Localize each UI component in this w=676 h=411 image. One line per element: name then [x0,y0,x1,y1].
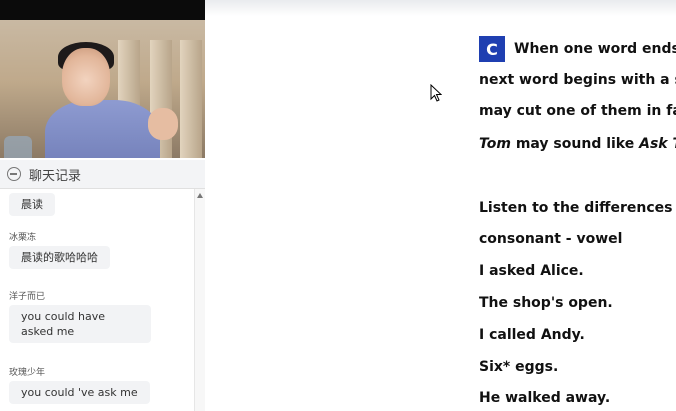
doc-line-7: I asked Alice. [479,263,584,279]
doc-line-4-plain: may sound like [510,136,640,152]
chat-username: 洋子而已 [9,292,46,302]
presenter-body [45,100,160,158]
doc-line-4-italic-b: Ask To [639,136,676,152]
doc-line-3: may cut one of them in fa [479,103,676,119]
chat-bubble-icon [7,167,21,181]
glass-object [4,136,32,158]
mouse-pointer-icon [430,84,442,102]
doc-line-10: Six* eggs. [479,359,559,375]
video-top-bar [0,0,205,20]
doc-line-4-italic-a: Tom [479,136,511,152]
doc-line-1: When one word ends w [514,41,676,57]
chat-message-list[interactable]: 晨读 冰栗冻 晨读的歌哈哈哈 洋子而已 you could have asked… [0,189,193,411]
doc-line-9: I called Andy. [479,327,585,343]
scroll-up-arrow-icon[interactable] [197,193,203,198]
document-slide: C When one word ends w next word begins … [205,0,676,411]
chat-username: 玫瑰少年 [9,368,46,378]
chat-username: 冰栗冻 [9,233,37,243]
chat-header: 聊天记录 [0,160,205,189]
document-top-shade [205,0,676,16]
chat-message-bubble: 晨读的歌哈哈哈 [9,246,110,269]
video-feed[interactable] [0,0,205,158]
left-panel: 聊天记录 晨读 冰栗冻 晨读的歌哈哈哈 洋子而已 you could have … [0,0,206,411]
doc-line-6: consonant - vowel [479,231,623,247]
doc-line-11: He walked away. [479,390,611,406]
doc-line-2: next word begins with a sim [479,72,676,88]
doc-line-5: Listen to the differences in t [479,200,676,216]
section-c-badge: C [479,36,505,62]
presenter-head [62,48,110,106]
doc-line-8: The shop's open. [479,295,613,311]
pillar-decoration [180,40,202,158]
chat-message-bubble: you could have asked me [9,305,151,343]
video-background [0,20,205,158]
chat-message-bubble: 晨读 [9,193,55,216]
chat-message-bubble: you could 've ask me [9,381,150,404]
presenter-hand [148,108,178,140]
doc-line-4: Tom may sound like Ask To [479,136,676,152]
chat-title: 聊天记录 [29,168,82,184]
